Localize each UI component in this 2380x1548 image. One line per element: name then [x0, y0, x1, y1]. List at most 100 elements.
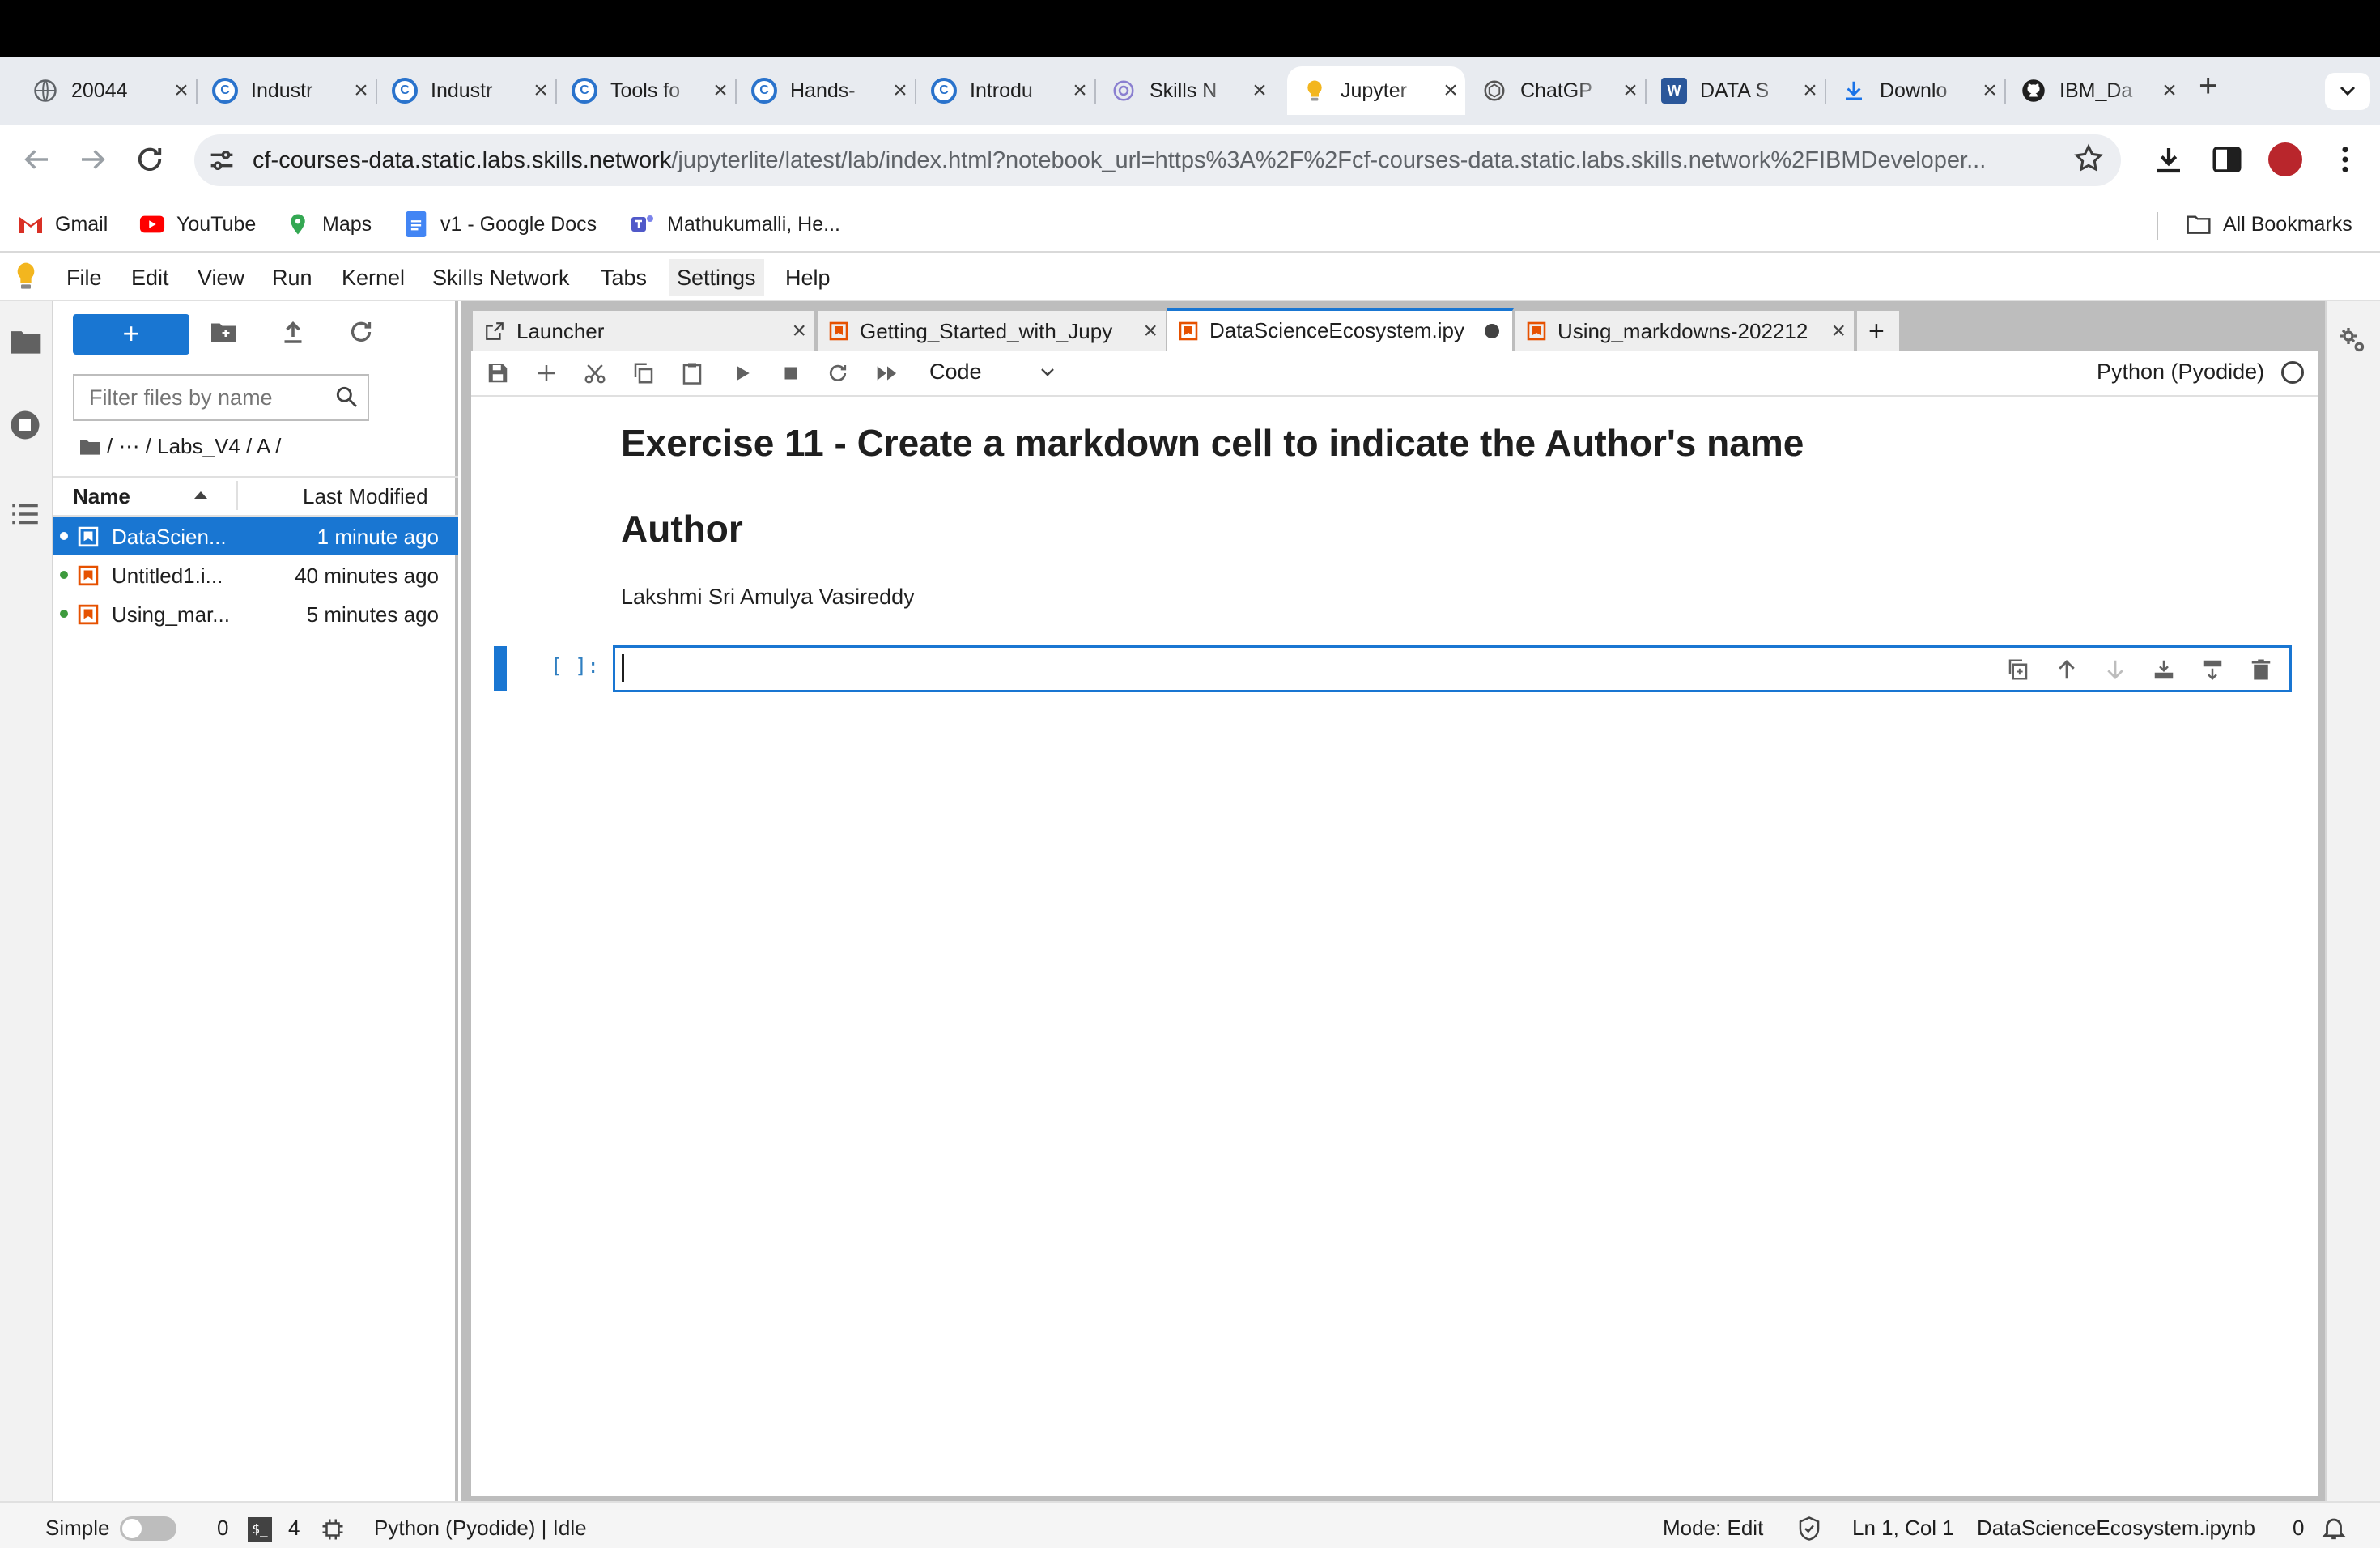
close-icon[interactable]: × — [1439, 77, 1462, 104]
browser-tab[interactable]: C Introdu × — [916, 66, 1096, 115]
file-row[interactable]: Untitled1.i... 40 minutes ago — [53, 555, 458, 594]
notification-count[interactable]: 0 — [2293, 1516, 2304, 1541]
insert-cell-icon[interactable] — [534, 361, 559, 385]
browser-tab[interactable]: C Hands- × — [737, 66, 916, 115]
chevron-down-icon[interactable] — [1038, 364, 1057, 381]
bookmark-maps[interactable]: Maps — [285, 209, 372, 240]
close-icon[interactable]: × — [1143, 317, 1158, 345]
menu-file[interactable]: File — [58, 259, 110, 296]
tab-using-markdowns[interactable]: Using_markdowns-202212 × — [1515, 311, 1855, 351]
column-name-header[interactable]: Name — [73, 484, 130, 509]
menu-skills-network[interactable]: Skills Network — [424, 259, 578, 296]
duplicate-cell-icon[interactable] — [2006, 657, 2030, 682]
terminal-count[interactable]: 0 — [217, 1516, 228, 1541]
bookmark-teams[interactable]: Mathukumalli, He... — [630, 209, 840, 240]
cursor-position[interactable]: Ln 1, Col 1 — [1852, 1516, 1954, 1541]
move-down-icon[interactable] — [2103, 657, 2127, 682]
tab-launcher[interactable]: Launcher × — [473, 311, 816, 351]
tab-getting-started[interactable]: Getting_Started_with_Jupy × — [818, 311, 1167, 351]
cell-type-select[interactable]: Code — [929, 359, 982, 385]
column-modified-header[interactable]: Last Modified — [303, 484, 428, 509]
close-icon[interactable]: × — [1069, 77, 1091, 104]
stop-icon[interactable] — [779, 361, 803, 385]
copy-icon[interactable] — [631, 361, 656, 385]
table-of-contents-icon[interactable] — [8, 497, 42, 531]
save-icon[interactable] — [486, 361, 510, 385]
more-vert-icon[interactable] — [2328, 142, 2362, 176]
close-icon[interactable]: × — [1619, 77, 1642, 104]
paste-icon[interactable] — [680, 361, 704, 385]
reload-icon[interactable] — [133, 142, 167, 176]
close-icon[interactable]: × — [1799, 77, 1821, 104]
insert-above-icon[interactable] — [2152, 657, 2176, 682]
add-tab-icon[interactable]: + — [1857, 311, 1901, 351]
new-tab-icon[interactable]: + — [2199, 68, 2217, 104]
close-icon[interactable]: × — [1978, 77, 2001, 104]
close-icon[interactable]: × — [1831, 317, 1846, 345]
forward-arrow-icon[interactable] — [76, 142, 110, 176]
unsaved-indicator[interactable] — [1485, 324, 1499, 338]
site-settings-icon[interactable] — [206, 144, 238, 176]
menu-kernel[interactable]: Kernel — [334, 259, 413, 296]
simple-mode-toggle[interactable] — [120, 1516, 176, 1541]
menu-view[interactable]: View — [189, 259, 253, 296]
close-icon[interactable]: × — [170, 77, 193, 104]
bookmark-youtube[interactable]: YouTube — [139, 209, 256, 240]
menu-edit[interactable]: Edit — [123, 259, 177, 296]
kernel-count[interactable]: 4 — [288, 1516, 300, 1541]
tab-datascience-ecosystem[interactable]: DataScienceEcosystem.ipy — [1167, 308, 1514, 351]
restart-icon[interactable] — [826, 361, 850, 385]
close-icon[interactable]: × — [350, 77, 372, 104]
browser-tab[interactable]: 20044 × — [18, 66, 198, 115]
close-icon[interactable]: × — [889, 77, 912, 104]
new-launcher-button[interactable]: + — [73, 314, 189, 355]
kernel-chip-icon[interactable] — [321, 1517, 345, 1542]
bookmark-google-docs[interactable]: v1 - Google Docs — [403, 209, 597, 240]
file-browser-folder-icon[interactable] — [8, 325, 44, 358]
downloads-icon[interactable] — [2152, 142, 2186, 176]
new-folder-icon[interactable] — [209, 319, 238, 345]
move-up-icon[interactable] — [2055, 657, 2079, 682]
browser-tab[interactable]: IBM_Da × — [2006, 66, 2184, 115]
property-inspector-gear-icon[interactable] — [2336, 324, 2369, 356]
profile-avatar[interactable] — [2268, 142, 2302, 176]
browser-tab[interactable]: Downlo × — [1826, 66, 2006, 115]
refresh-icon[interactable] — [346, 317, 376, 347]
bookmark-gmail[interactable]: Gmail — [18, 209, 108, 240]
side-panel-icon[interactable] — [2210, 142, 2244, 176]
close-icon[interactable]: × — [2158, 77, 2181, 104]
kernel-name[interactable]: Python (Pyodide) — [2097, 359, 2264, 385]
terminal-icon[interactable]: $_ — [248, 1517, 272, 1542]
close-icon[interactable]: × — [709, 77, 732, 104]
close-icon[interactable]: × — [792, 317, 806, 345]
run-icon[interactable] — [730, 361, 754, 385]
restart-run-all-icon[interactable] — [874, 361, 900, 385]
filter-files-input[interactable]: Filter files by name — [73, 374, 369, 421]
browser-tab[interactable]: C Industr × — [377, 66, 557, 115]
bell-icon[interactable] — [2320, 1514, 2348, 1542]
browser-tab-active[interactable]: Jupyter × — [1287, 66, 1465, 115]
breadcrumb-folder-icon[interactable] — [78, 437, 102, 457]
active-cell-indicator[interactable] — [494, 646, 507, 691]
breadcrumb[interactable]: / ⋯ / Labs_V4 / A / — [107, 434, 281, 459]
browser-tab[interactable]: C Tools fo × — [557, 66, 737, 115]
menu-run[interactable]: Run — [264, 259, 321, 296]
browser-tab[interactable]: Skills N × — [1096, 66, 1274, 115]
upload-icon[interactable] — [278, 317, 308, 347]
menu-settings[interactable]: Settings — [669, 259, 764, 296]
bookmark-star-icon[interactable] — [2072, 142, 2105, 175]
close-icon[interactable]: × — [1248, 77, 1271, 104]
tab-search-button[interactable] — [2325, 73, 2370, 110]
menu-help[interactable]: Help — [777, 259, 839, 296]
running-kernels-icon[interactable] — [8, 408, 42, 442]
kernel-status[interactable]: Python (Pyodide) | Idle — [374, 1516, 587, 1541]
file-row[interactable]: Using_mar... 5 minutes ago — [53, 594, 458, 633]
back-arrow-icon[interactable] — [19, 142, 53, 176]
browser-tab[interactable]: C Industr × — [198, 66, 377, 115]
menu-tabs[interactable]: Tabs — [593, 259, 655, 296]
code-cell-input[interactable] — [613, 645, 2292, 692]
insert-below-icon[interactable] — [2200, 657, 2225, 682]
all-bookmarks-button[interactable]: All Bookmarks — [2186, 209, 2352, 240]
delete-cell-icon[interactable] — [2249, 657, 2273, 682]
cut-icon[interactable] — [583, 361, 607, 385]
